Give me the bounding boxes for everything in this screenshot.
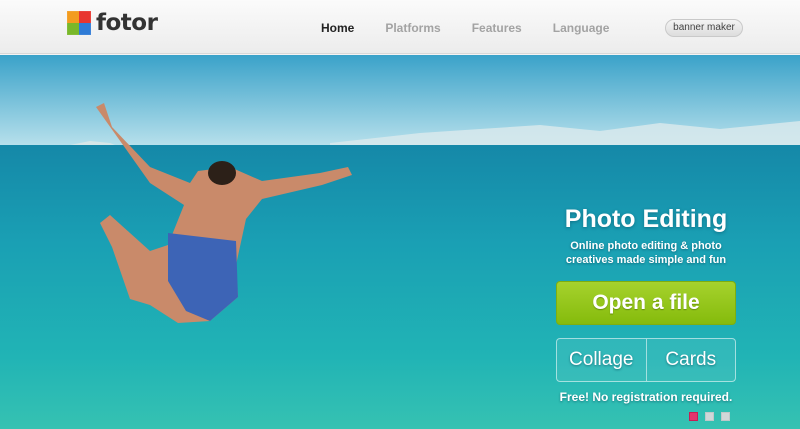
hero-subtitle-line1: Online photo editing & photo [570,240,722,252]
hero-title: Photo Editing [564,205,728,233]
free-note: Free! No registration required. [559,390,733,404]
banner-maker-button[interactable]: banner maker [665,19,743,37]
slide-dot-2[interactable] [705,412,714,421]
hero-banner: Photo Editing Online photo editing & pho… [0,55,800,429]
open-file-button[interactable]: Open a file [556,281,736,325]
collage-button[interactable]: Collage [557,339,646,381]
hero-subtitle: Online photo editing & photo creatives m… [553,239,739,267]
cards-button[interactable]: Cards [645,339,736,381]
fotor-logo[interactable]: fotor [67,10,158,36]
slide-dot-1[interactable] [689,412,698,421]
slide-dot-3[interactable] [721,412,730,421]
nav-features[interactable]: Features [472,21,522,35]
hero-cta-panel: Photo Editing Online photo editing & pho… [553,205,739,404]
nav-language[interactable]: Language [553,21,610,35]
fotor-logo-icon [67,11,91,35]
nav-home[interactable]: Home [321,21,354,35]
nav-platforms[interactable]: Platforms [385,21,440,35]
top-header: fotor Home Platforms Features Language b… [0,0,800,54]
collage-cards-group: Collage Cards [556,338,736,382]
logo-text: fotor [96,10,158,36]
main-nav: Home Platforms Features Language [321,21,640,35]
slide-pagination [689,412,737,421]
hero-subtitle-line2: creatives made simple and fun [565,254,727,266]
